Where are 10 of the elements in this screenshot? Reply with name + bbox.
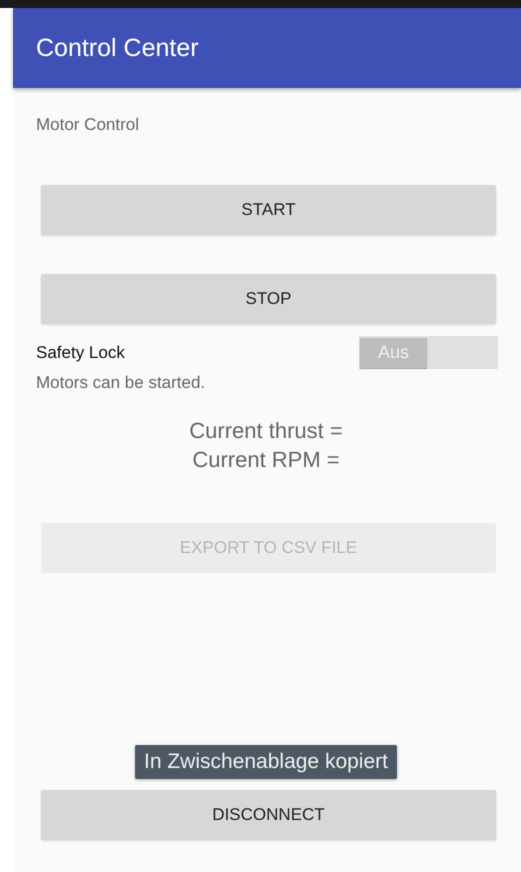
status-text: Motors can be started.: [36, 373, 206, 393]
reading-text: Current thrust =: [189, 417, 343, 445]
section-label: Motor Control: [36, 115, 140, 135]
reading-text: Current RPM =: [192, 446, 340, 474]
motor-button[interactable]: STOP: [41, 274, 496, 324]
disconnect-button[interactable]: DISCONNECT: [41, 790, 496, 840]
app-title: Control Center: [36, 34, 199, 62]
toast: In Zwischenablage kopiert: [135, 745, 397, 779]
safety-lock-label: Safety Lock: [36, 342, 125, 362]
motor-button[interactable]: START: [41, 185, 496, 235]
